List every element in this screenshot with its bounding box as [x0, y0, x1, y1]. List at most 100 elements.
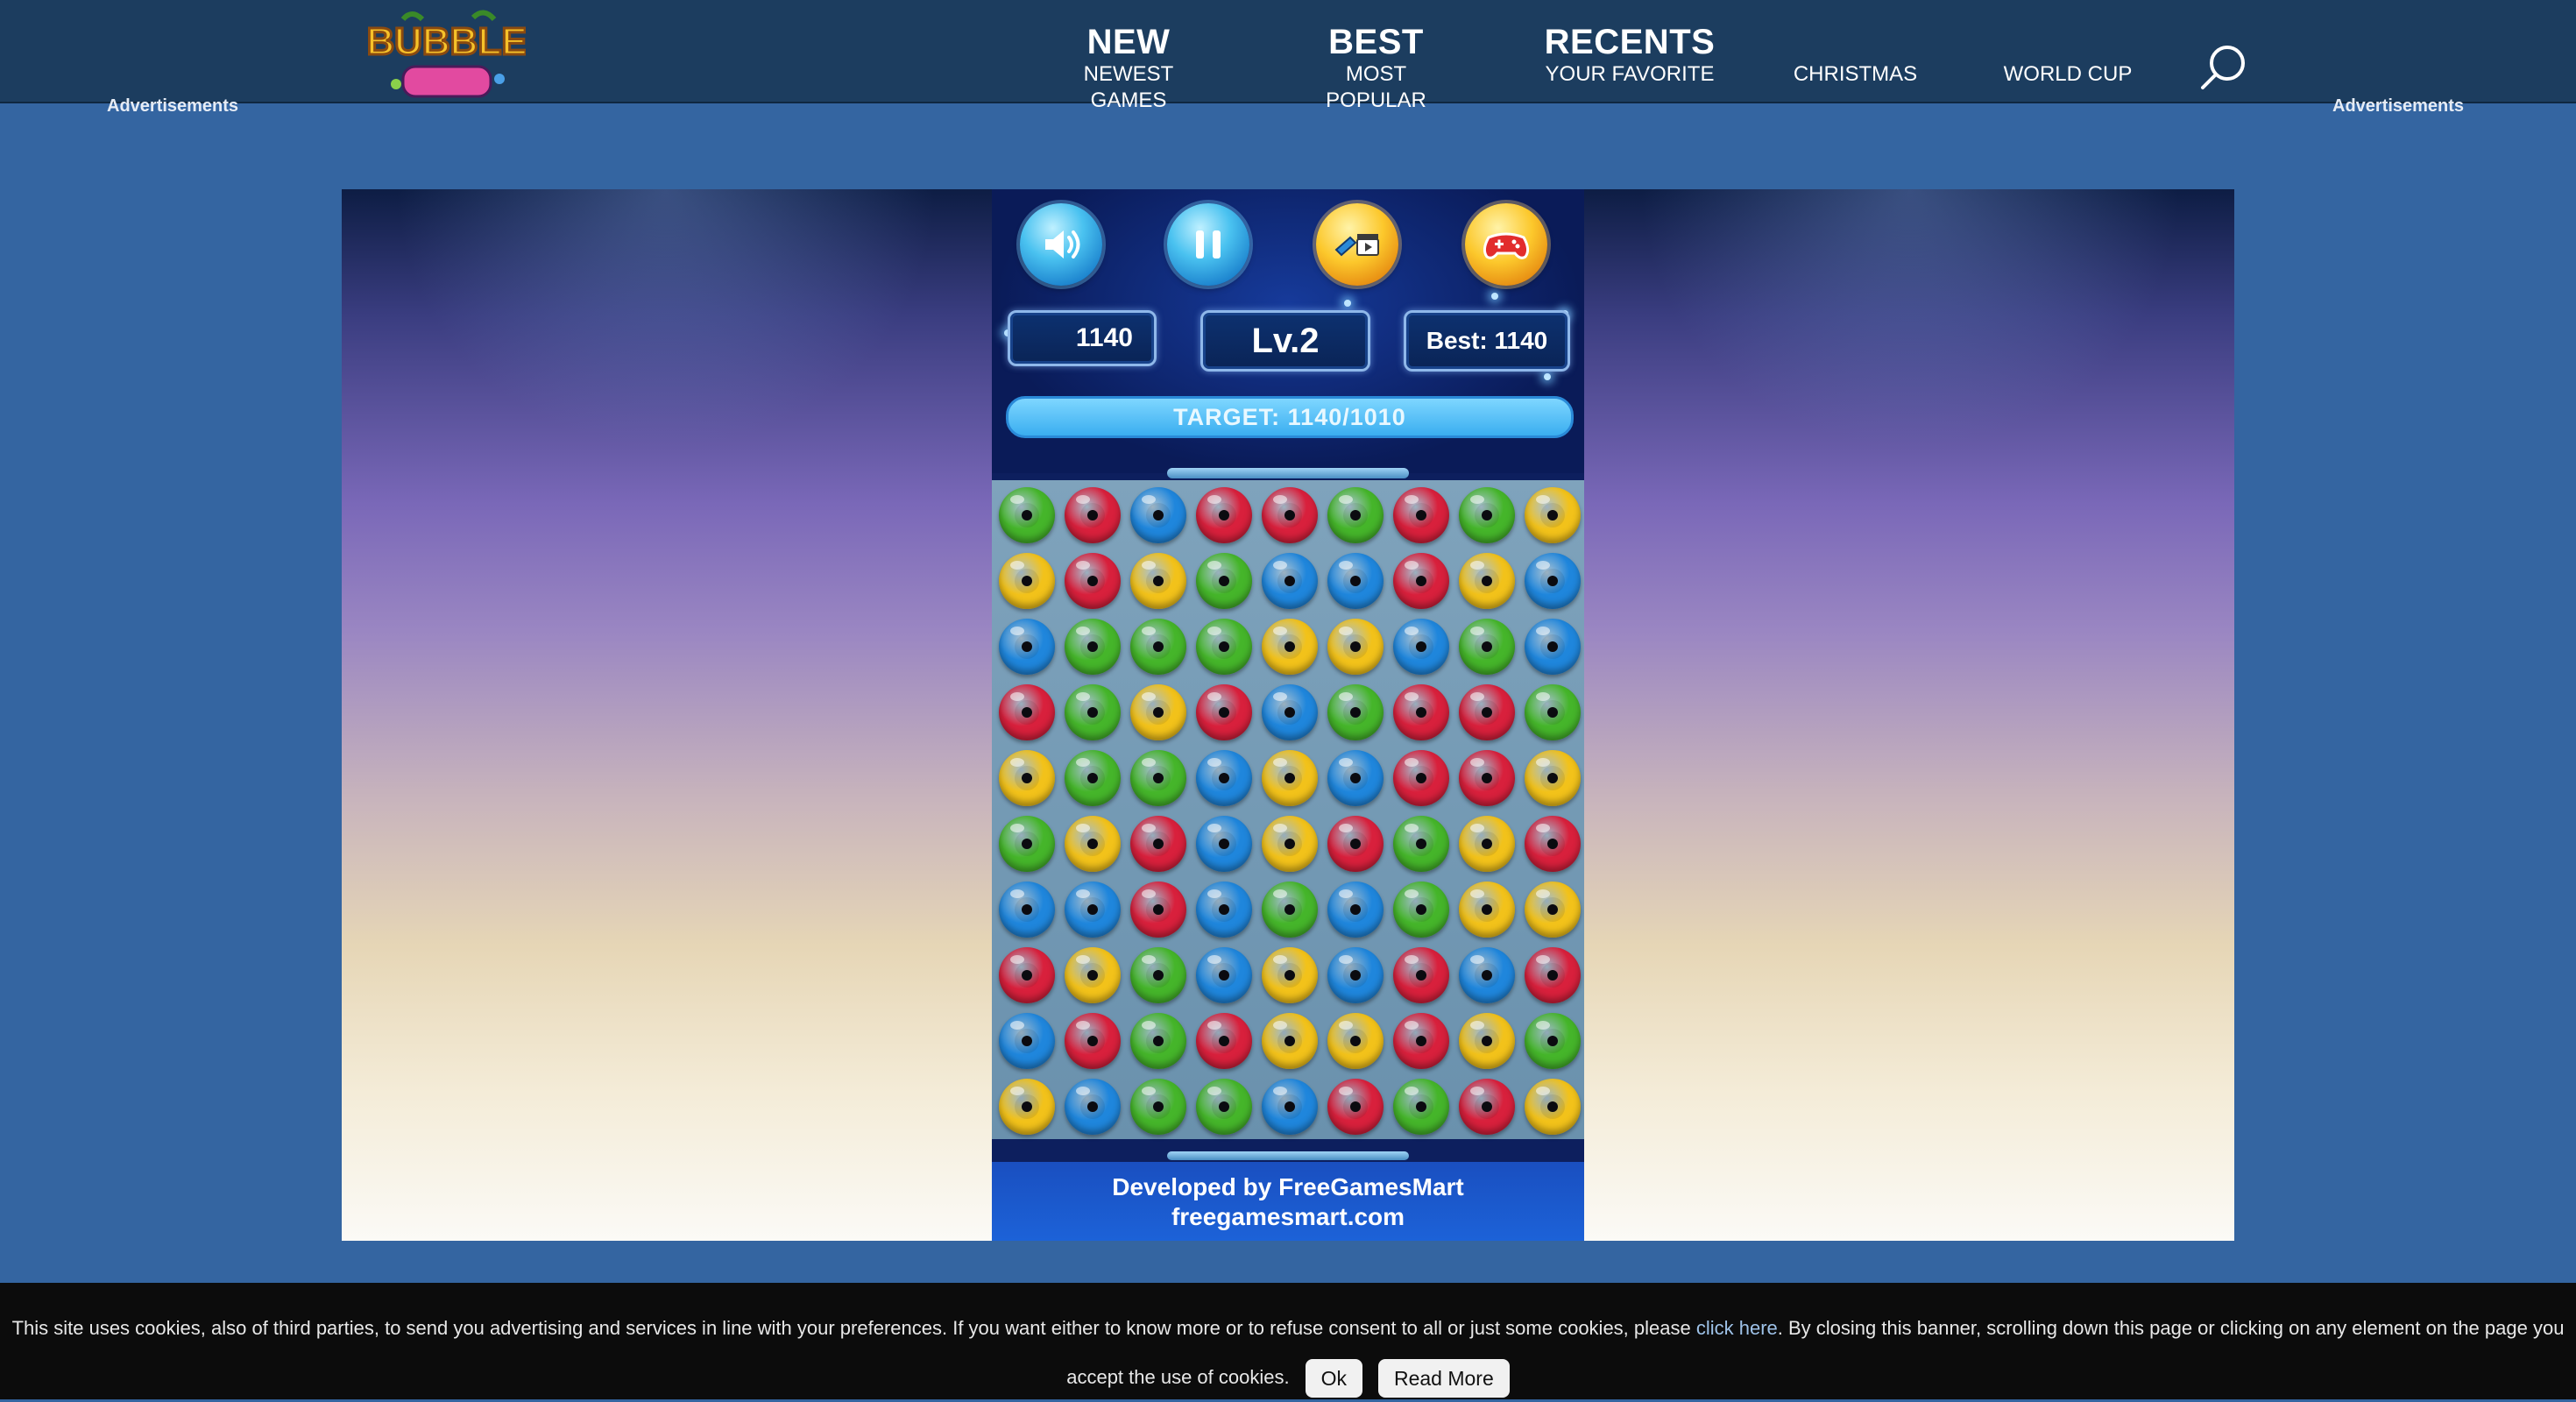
yellow-bubble[interactable]	[1130, 553, 1186, 609]
green-bubble[interactable]	[1525, 1013, 1581, 1069]
green-bubble[interactable]	[999, 487, 1055, 543]
cookie-click-here-link[interactable]: click here	[1696, 1317, 1778, 1339]
search-icon[interactable]	[2197, 42, 2250, 95]
yellow-bubble[interactable]	[1459, 553, 1515, 609]
red-bubble[interactable]	[1459, 1079, 1515, 1135]
yellow-bubble[interactable]	[1525, 487, 1581, 543]
yellow-bubble[interactable]	[1262, 947, 1318, 1003]
nav-best[interactable]: BEST MOST POPULAR	[1295, 23, 1457, 114]
developer-url[interactable]: freegamesmart.com	[992, 1202, 1584, 1232]
yellow-bubble[interactable]	[1459, 816, 1515, 872]
blue-bubble[interactable]	[1065, 882, 1121, 938]
red-bubble[interactable]	[999, 684, 1055, 740]
yellow-bubble[interactable]	[1262, 816, 1318, 872]
green-bubble[interactable]	[1327, 684, 1384, 740]
green-bubble[interactable]	[1065, 619, 1121, 675]
red-bubble[interactable]	[1196, 1013, 1252, 1069]
blue-bubble[interactable]	[1130, 487, 1186, 543]
yellow-bubble[interactable]	[1525, 750, 1581, 806]
blue-bubble[interactable]	[1327, 750, 1384, 806]
blue-bubble[interactable]	[1262, 1079, 1318, 1135]
green-bubble[interactable]	[1196, 1079, 1252, 1135]
yellow-bubble[interactable]	[1327, 1013, 1384, 1069]
yellow-bubble[interactable]	[1262, 619, 1318, 675]
green-bubble[interactable]	[1130, 947, 1186, 1003]
green-bubble[interactable]	[1130, 1013, 1186, 1069]
red-bubble[interactable]	[1130, 816, 1186, 872]
red-bubble[interactable]	[1393, 1013, 1449, 1069]
green-bubble[interactable]	[1065, 684, 1121, 740]
red-bubble[interactable]	[1196, 684, 1252, 740]
blue-bubble[interactable]	[1196, 882, 1252, 938]
blue-bubble[interactable]	[1327, 947, 1384, 1003]
yellow-bubble[interactable]	[1065, 947, 1121, 1003]
green-bubble[interactable]	[1459, 619, 1515, 675]
red-bubble[interactable]	[1065, 487, 1121, 543]
red-bubble[interactable]	[1130, 882, 1186, 938]
yellow-bubble[interactable]	[1525, 882, 1581, 938]
blue-bubble[interactable]	[1459, 947, 1515, 1003]
blue-bubble[interactable]	[999, 882, 1055, 938]
green-bubble[interactable]	[1130, 1079, 1186, 1135]
red-bubble[interactable]	[1393, 487, 1449, 543]
green-bubble[interactable]	[1065, 750, 1121, 806]
bubble-board[interactable]	[992, 480, 1584, 1139]
green-bubble[interactable]	[1196, 619, 1252, 675]
green-bubble[interactable]	[1393, 816, 1449, 872]
red-bubble[interactable]	[1459, 750, 1515, 806]
yellow-bubble[interactable]	[1262, 750, 1318, 806]
red-bubble[interactable]	[1393, 684, 1449, 740]
yellow-bubble[interactable]	[1327, 619, 1384, 675]
cookie-read-more-button[interactable]: Read More	[1377, 1359, 1510, 1398]
blue-bubble[interactable]	[1262, 553, 1318, 609]
nav-recents[interactable]: RECENTS YOUR FAVORITE	[1542, 23, 1717, 88]
sound-button[interactable]	[1020, 203, 1102, 286]
red-bubble[interactable]	[1327, 1079, 1384, 1135]
cookie-ok-button[interactable]: Ok	[1305, 1359, 1362, 1398]
green-bubble[interactable]	[1327, 487, 1384, 543]
yellow-bubble[interactable]	[999, 1079, 1055, 1135]
blue-bubble[interactable]	[1262, 684, 1318, 740]
nav-world-cup[interactable]: WORLD CUP	[1998, 61, 2138, 88]
red-bubble[interactable]	[1262, 487, 1318, 543]
green-bubble[interactable]	[999, 816, 1055, 872]
green-bubble[interactable]	[1130, 750, 1186, 806]
blue-bubble[interactable]	[1525, 619, 1581, 675]
blue-bubble[interactable]	[999, 1013, 1055, 1069]
yellow-bubble[interactable]	[1262, 1013, 1318, 1069]
blue-bubble[interactable]	[1196, 816, 1252, 872]
green-bubble[interactable]	[1130, 619, 1186, 675]
pause-button[interactable]	[1167, 203, 1249, 286]
nav-new[interactable]: NEW NEWEST GAMES	[1050, 23, 1207, 114]
green-bubble[interactable]	[1196, 553, 1252, 609]
more-games-button[interactable]	[1465, 203, 1547, 286]
red-bubble[interactable]	[1327, 816, 1384, 872]
red-bubble[interactable]	[1065, 1013, 1121, 1069]
red-bubble[interactable]	[1459, 684, 1515, 740]
red-bubble[interactable]	[1393, 947, 1449, 1003]
green-bubble[interactable]	[1459, 487, 1515, 543]
blue-bubble[interactable]	[1525, 553, 1581, 609]
red-bubble[interactable]	[1525, 947, 1581, 1003]
red-bubble[interactable]	[1525, 816, 1581, 872]
yellow-bubble[interactable]	[1459, 882, 1515, 938]
blue-bubble[interactable]	[1393, 619, 1449, 675]
blue-bubble[interactable]	[1065, 1079, 1121, 1135]
blue-bubble[interactable]	[1196, 750, 1252, 806]
green-bubble[interactable]	[1393, 1079, 1449, 1135]
green-bubble[interactable]	[1393, 882, 1449, 938]
game-canvas[interactable]: 1140 Lv.2 Best: 1140 TARGET: 1140/1010 D…	[992, 189, 1584, 1241]
red-bubble[interactable]	[1393, 750, 1449, 806]
blue-bubble[interactable]	[1327, 553, 1384, 609]
yellow-bubble[interactable]	[999, 750, 1055, 806]
nav-christmas[interactable]: CHRISTMAS	[1787, 61, 1923, 88]
red-bubble[interactable]	[999, 947, 1055, 1003]
blue-bubble[interactable]	[999, 619, 1055, 675]
yellow-bubble[interactable]	[1130, 684, 1186, 740]
green-bubble[interactable]	[1262, 882, 1318, 938]
yellow-bubble[interactable]	[999, 553, 1055, 609]
blue-bubble[interactable]	[1196, 947, 1252, 1003]
yellow-bubble[interactable]	[1459, 1013, 1515, 1069]
red-bubble[interactable]	[1196, 487, 1252, 543]
green-bubble[interactable]	[1525, 684, 1581, 740]
